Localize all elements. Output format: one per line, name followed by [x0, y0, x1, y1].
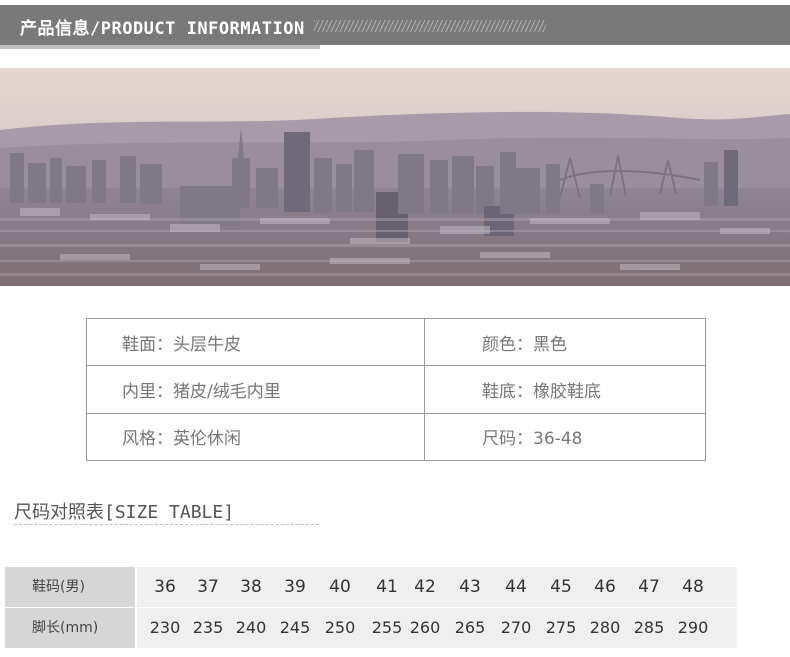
header-decoration — [314, 20, 546, 32]
size-cell: 46 — [594, 577, 616, 597]
size-cell: 37 — [197, 577, 219, 597]
shoe-size-label: 鞋码(男) — [5, 567, 135, 607]
shoe-size-values: 36 37 38 39 40 41 42 43 44 45 46 47 48 — [137, 567, 737, 607]
shoe-size-row: 鞋码(男) 36 37 38 39 40 41 42 43 44 45 46 4… — [5, 567, 785, 607]
size-cell: 38 — [240, 577, 262, 597]
length-cell: 240 — [235, 618, 267, 637]
city-skyline-image — [0, 68, 790, 286]
length-cell: 230 — [149, 618, 181, 637]
size-cell: 45 — [550, 577, 572, 597]
size-cell: 39 — [284, 577, 306, 597]
size-cell: 36 — [154, 577, 176, 597]
upper-material: 鞋面：头层牛皮 — [86, 317, 425, 367]
size-cell: 47 — [638, 577, 660, 597]
length-cell: 250 — [324, 618, 356, 637]
sole: 鞋底：橡胶鞋底 — [424, 365, 706, 414]
title-divider — [14, 524, 319, 525]
size-range: 尺码：36-48 — [424, 412, 706, 462]
color: 颜色：黑色 — [424, 317, 706, 367]
info-row: 鞋面：头层牛皮 颜色：黑色 — [86, 317, 706, 367]
style: 风格：英伦休闲 — [86, 412, 425, 462]
size-cell: 41 — [376, 577, 398, 597]
length-cell: 275 — [545, 618, 577, 637]
size-cell: 48 — [682, 577, 704, 597]
size-cell: 42 — [414, 577, 436, 597]
info-row: 内里：猪皮/绒毛内里 鞋底：橡胶鞋底 — [86, 365, 706, 414]
product-info-table: 鞋面：头层牛皮 颜色：黑色 内里：猪皮/绒毛内里 鞋底：橡胶鞋底 风格：英伦休闲… — [86, 317, 706, 462]
header-underline — [0, 45, 320, 49]
size-table-title: 尺码对照表[SIZE TABLE] — [14, 502, 235, 523]
size-cell: 40 — [329, 577, 351, 597]
lining: 内里：猪皮/绒毛内里 — [86, 365, 425, 414]
foot-length-label: 脚长(mm) — [5, 608, 135, 648]
size-table: 鞋码(男) 36 37 38 39 40 41 42 43 44 45 46 4… — [0, 565, 790, 657]
foot-length-row: 脚长(mm) 230 235 240 245 250 255 260 265 2… — [5, 608, 785, 648]
length-cell: 235 — [192, 618, 224, 637]
length-cell: 280 — [589, 618, 621, 637]
length-cell: 255 — [371, 618, 403, 637]
foot-length-values: 230 235 240 245 250 255 260 265 270 275 … — [137, 608, 737, 648]
length-cell: 285 — [633, 618, 665, 637]
size-cell: 43 — [459, 577, 481, 597]
length-cell: 270 — [500, 618, 532, 637]
info-row: 风格：英伦休闲 尺码：36-48 — [86, 412, 706, 462]
length-cell: 245 — [279, 618, 311, 637]
length-cell: 290 — [677, 618, 709, 637]
section-title: 产品信息/PRODUCT INFORMATION — [20, 19, 305, 39]
length-cell: 265 — [454, 618, 486, 637]
size-cell: 44 — [505, 577, 527, 597]
length-cell: 260 — [409, 618, 441, 637]
section-header: 产品信息/PRODUCT INFORMATION — [0, 0, 790, 49]
